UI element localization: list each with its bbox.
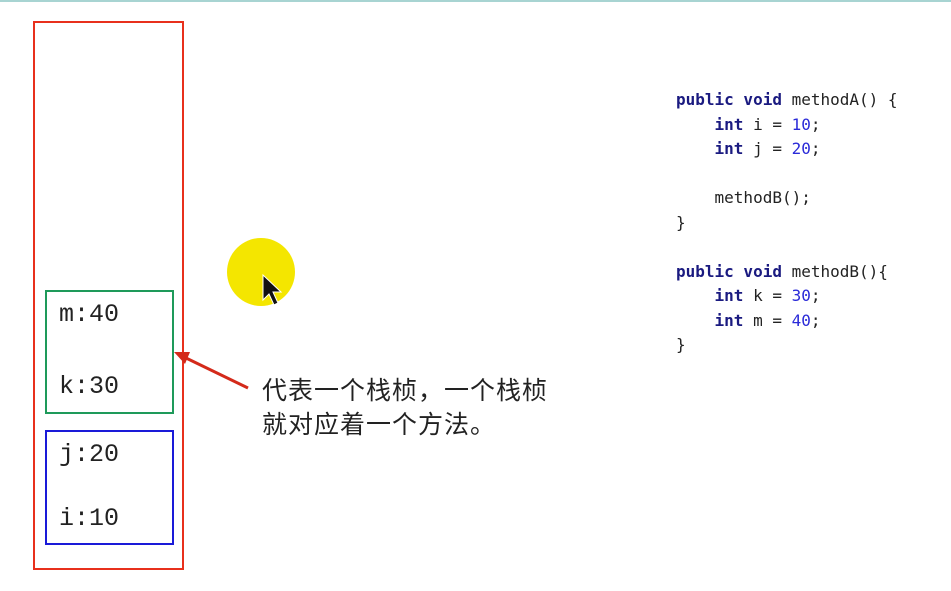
code-line: int m = 40; bbox=[676, 309, 898, 334]
code-line: } bbox=[676, 333, 898, 358]
mouse-pointer-icon bbox=[262, 273, 283, 306]
code-line: methodB(); bbox=[676, 186, 898, 211]
code-kw: public void bbox=[676, 90, 782, 109]
code-line: int j = 20; bbox=[676, 137, 898, 162]
annotation-line-1: 代表一个栈桢，一个栈桢 bbox=[262, 376, 549, 405]
code-line: public void methodB(){ bbox=[676, 260, 898, 285]
code-num: 20 bbox=[791, 139, 811, 158]
code-text: methodB(){ bbox=[781, 261, 888, 281]
code-kw: int bbox=[714, 139, 744, 158]
code-line: int i = 10; bbox=[676, 113, 898, 138]
code-kw: public void bbox=[676, 261, 782, 281]
code-kw: int bbox=[714, 310, 744, 330]
code-kw: int bbox=[714, 114, 744, 134]
arrow-left-icon bbox=[174, 352, 249, 390]
code-text: i = bbox=[743, 114, 792, 134]
code-line: } bbox=[676, 211, 898, 236]
annotation-line-2: 就对应着一个方法。 bbox=[262, 410, 497, 439]
code-num: 30 bbox=[791, 286, 811, 305]
code-text: } bbox=[676, 335, 686, 354]
code-end: ; bbox=[810, 139, 821, 158]
code-end: ; bbox=[810, 114, 821, 134]
code-end: ; bbox=[810, 286, 821, 305]
code-text: } bbox=[676, 212, 686, 232]
code-end: ; bbox=[810, 310, 821, 330]
code-kw: int bbox=[714, 286, 744, 305]
annotation-text: 代表一个栈桢，一个栈桢 就对应着一个方法。 bbox=[262, 374, 548, 442]
code-text: k = bbox=[743, 286, 792, 305]
code-line: public void methodA() { bbox=[676, 88, 898, 113]
code-text: methodB(); bbox=[714, 188, 811, 207]
code-block: public void methodA() { int i = 10; int … bbox=[676, 88, 898, 358]
code-num: 10 bbox=[791, 114, 811, 134]
code-text: methodA() { bbox=[781, 90, 898, 109]
code-num: 40 bbox=[791, 310, 811, 330]
code-text: m = bbox=[743, 310, 792, 330]
code-text: j = bbox=[743, 139, 792, 158]
code-line: int k = 30; bbox=[676, 284, 898, 309]
